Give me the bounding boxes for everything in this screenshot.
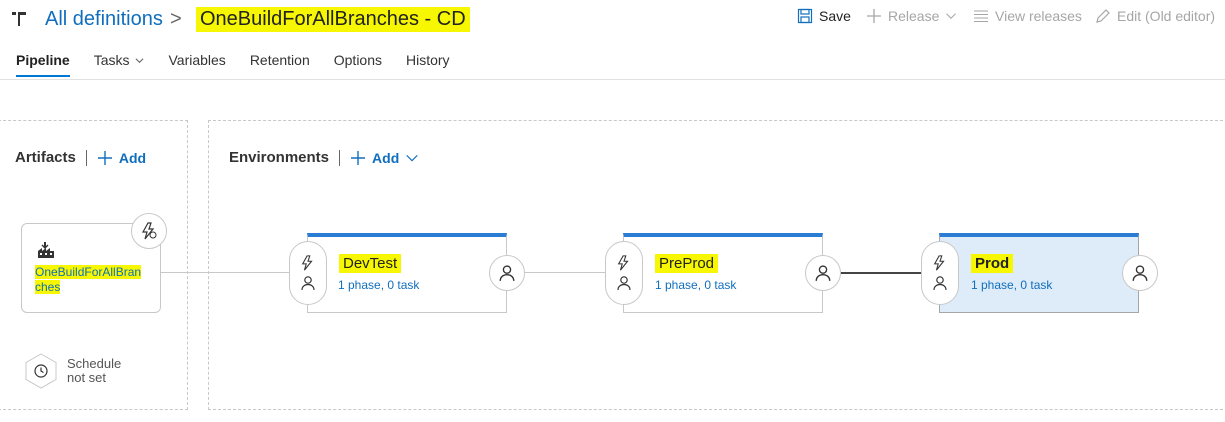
plus-icon: [351, 150, 366, 165]
plus-icon: [97, 150, 112, 165]
person-icon: [933, 276, 947, 291]
schedule-status: Schedule not set: [67, 357, 121, 385]
add-artifact-label: Add: [118, 149, 147, 166]
view-releases-button[interactable]: View releases: [973, 8, 1082, 24]
breadcrumb-all-definitions[interactable]: All definitions: [45, 8, 163, 31]
edit-old-editor-button[interactable]: Edit (Old editor): [1095, 8, 1215, 24]
post-deployment-approvers-prod[interactable]: [1122, 255, 1158, 291]
person-icon: [499, 265, 515, 281]
tab-retention-label: Retention: [249, 52, 310, 68]
release-label: Release: [888, 8, 940, 24]
add-environment-button[interactable]: Add: [350, 150, 419, 166]
pencil-icon: [1096, 9, 1110, 23]
person-icon: [301, 276, 315, 291]
environments-title: Environments: [229, 149, 330, 166]
save-button[interactable]: Save: [797, 8, 851, 24]
list-icon: [974, 10, 988, 22]
lightning-icon: [933, 255, 945, 271]
chevron-down-icon: [136, 57, 144, 63]
pipeline-icon: [12, 12, 26, 26]
tab-pipeline[interactable]: Pipeline: [16, 51, 70, 77]
tab-history[interactable]: History: [406, 51, 450, 69]
divider: [85, 149, 87, 166]
environment-name-prod[interactable]: Prod: [966, 254, 1018, 273]
connector-artifact-devtest: [161, 272, 291, 273]
environment-name-preprod[interactable]: PreProd: [650, 254, 723, 273]
post-deployment-approvers-preprod[interactable]: [805, 255, 841, 291]
page-title: OneBuildForAllBranches - CD: [196, 7, 470, 32]
chevron-down-icon: [946, 13, 957, 19]
view-releases-label: View releases: [995, 8, 1082, 24]
tab-pipeline-label: Pipeline: [16, 52, 70, 68]
connector-preprod-prod: [840, 272, 926, 274]
artifact-name[interactable]: OneBuildForAllBranches: [35, 265, 147, 295]
schedule-line-1: Schedule: [67, 356, 122, 371]
save-label: Save: [819, 8, 851, 24]
edit-old-editor-label: Edit (Old editor): [1117, 8, 1216, 24]
tab-options-label: Options: [333, 52, 382, 68]
release-button[interactable]: Release: [866, 8, 957, 24]
tab-tasks-label: Tasks: [93, 52, 130, 68]
lightning-icon: [301, 255, 313, 271]
tab-options[interactable]: Options: [334, 51, 382, 69]
environment-name-devtest-text: DevTest: [339, 254, 402, 273]
environment-summary-preprod[interactable]: 1 phase, 0 task: [655, 278, 736, 292]
environment-name-preprod-text: PreProd: [655, 254, 719, 273]
add-environment-label: Add: [372, 149, 400, 166]
environment-card-prod[interactable]: [939, 233, 1139, 313]
lightning-icon: [141, 222, 157, 240]
pre-deployment-conditions-prod[interactable]: [921, 241, 959, 305]
artifacts-title: Artifacts: [15, 149, 76, 166]
pre-deployment-conditions-preprod[interactable]: [605, 241, 643, 305]
tab-history-label: History: [406, 52, 450, 68]
divider: [339, 149, 341, 166]
tab-retention[interactable]: Retention: [250, 51, 310, 69]
continuous-deployment-trigger-button[interactable]: [131, 213, 167, 249]
environment-summary-prod[interactable]: 1 phase, 0 task: [971, 278, 1052, 292]
save-icon: [797, 8, 813, 24]
person-icon: [815, 265, 831, 281]
breadcrumb-separator: >: [170, 8, 182, 30]
lightning-icon: [617, 255, 629, 271]
build-factory-icon: [38, 242, 54, 258]
tab-divider: [0, 79, 1225, 80]
person-icon: [1132, 265, 1148, 281]
environment-card-preprod[interactable]: [623, 233, 823, 313]
artifacts-header: Artifacts Add: [15, 149, 146, 166]
schedule-icon[interactable]: [24, 353, 58, 389]
artifact-name-text: OneBuildForAllBranches: [35, 265, 142, 294]
add-artifact-button[interactable]: Add: [97, 150, 146, 166]
plus-icon: [867, 9, 881, 23]
environment-name-prod-text: Prod: [971, 254, 1014, 273]
environments-header: Environments Add: [229, 149, 419, 166]
tab-variables[interactable]: Variables: [168, 51, 225, 69]
tab-tasks[interactable]: Tasks: [94, 51, 145, 69]
connector-devtest-preprod: [524, 272, 610, 273]
post-deployment-approvers-devtest[interactable]: [489, 255, 525, 291]
environment-summary-devtest[interactable]: 1 phase, 0 task: [338, 278, 419, 292]
schedule-line-2: not set: [67, 370, 107, 385]
environment-card-devtest[interactable]: [307, 233, 507, 313]
tab-bar: Pipeline Tasks Variables Retention Optio…: [16, 51, 450, 77]
pre-deployment-conditions-devtest[interactable]: [289, 241, 327, 305]
environment-name-devtest[interactable]: DevTest: [334, 254, 406, 273]
person-icon: [617, 276, 631, 291]
chevron-down-icon: [406, 154, 418, 161]
tab-variables-label: Variables: [168, 52, 226, 68]
